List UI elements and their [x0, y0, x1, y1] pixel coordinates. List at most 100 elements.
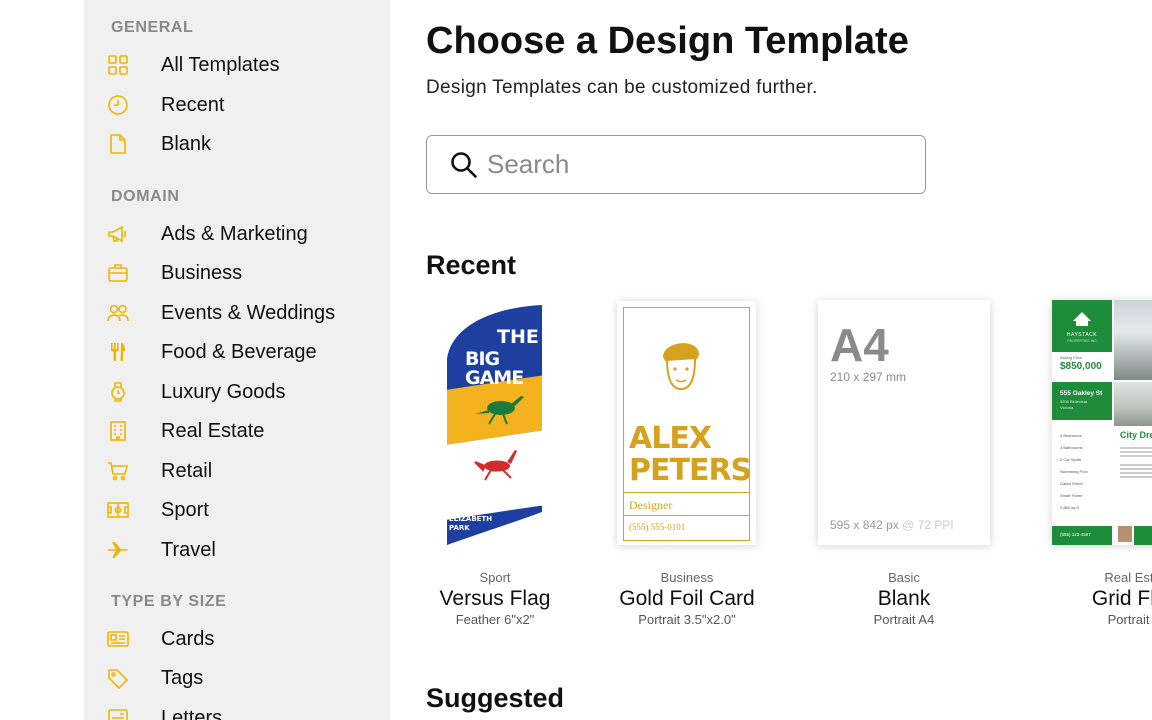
template-card-versus-flag[interactable]: THE BIG GAME 24 MAY SATURDAY ELIZABETH P… [445, 300, 552, 545]
sidebar-item-letters[interactable]: Letters [106, 703, 222, 720]
flag-line1: THE [497, 326, 539, 348]
template-category: Business [660, 570, 714, 585]
template-category: Real Estate [1104, 570, 1152, 585]
sidebar-item-travel[interactable]: Travel [106, 535, 216, 565]
sidebar-item-cards[interactable]: Cards [106, 624, 214, 654]
a4-mm: 210 x 297 mm [830, 370, 907, 384]
megaphone-icon [106, 222, 136, 246]
search-box[interactable] [426, 135, 926, 194]
sidebar-item-label: Food & Beverage [161, 340, 317, 363]
letter-icon [106, 706, 136, 720]
flyer-address-2: 3205 Bellevista [1060, 399, 1088, 404]
flyer-price-label: Asking Price [1060, 355, 1083, 360]
people-icon [106, 301, 136, 325]
sidebar-item-label: Events & Weddings [161, 301, 336, 324]
house-logo-icon [1073, 312, 1091, 326]
sidebar-item-luxury-goods[interactable]: Luxury Goods [106, 377, 286, 407]
sidebar-item-label: Ads & Marketing [161, 222, 308, 245]
flag-team2: PARK [449, 524, 470, 532]
sidebar-item-label: Real Estate [161, 419, 265, 442]
flyer-price: $850,000 [1060, 361, 1102, 372]
page-subtitle: Design Templates can be customized furth… [426, 77, 818, 98]
sidebar: GENERAL All Templates Recent Blank DOMAI… [84, 0, 390, 720]
flyer-photo-2 [1114, 382, 1152, 426]
sidebar-item-label: All Templates [161, 53, 280, 76]
flag-line2: BIG GAME [465, 348, 524, 389]
flyer-feature: 4 Bedrooms [1060, 433, 1082, 438]
sidebar-item-label: Cards [161, 627, 215, 650]
grid-icon [106, 53, 136, 77]
flyer-phone: (555) 123-4567 [1060, 532, 1091, 537]
template-name: Gold Foil Card [619, 587, 755, 610]
sidebar-item-label: Retail [161, 459, 213, 482]
template-category: Basic [888, 570, 920, 585]
sidebar-item-real-estate[interactable]: Real Estate [106, 416, 264, 446]
a4-label: A4 [830, 319, 889, 371]
template-card-grid-flyer[interactable]: HAYSTACK PROPERTIES INC Asking Price $85… [1052, 300, 1152, 545]
plane-icon [106, 538, 136, 562]
flyer-feature: 2,860 sq ft [1060, 505, 1079, 510]
sidebar-item-all-templates[interactable]: All Templates [106, 50, 280, 80]
building-icon [106, 419, 136, 443]
card-role: Designer [629, 498, 673, 512]
flyer-feature: 2 Car Spots [1060, 457, 1082, 462]
fork-knife-icon [106, 340, 136, 364]
flyer-feature: Gated Street [1060, 481, 1083, 486]
blank-page-icon [106, 132, 136, 156]
flyer-left-panel: HAYSTACK PROPERTIES INC Asking Price $85… [1052, 300, 1112, 545]
template-category: Sport [479, 570, 511, 585]
card-icon [106, 627, 136, 651]
flyer-photo-1 [1114, 300, 1152, 380]
section-heading-type-by-size: TYPE BY SIZE [111, 593, 227, 610]
sidebar-item-label: Tags [161, 666, 204, 689]
flag-date2: SATURDAY [505, 499, 553, 508]
sidebar-item-label: Letters [161, 706, 223, 720]
sidebar-item-retail[interactable]: Retail [106, 456, 212, 486]
template-size: Portrait A4 [1107, 612, 1152, 627]
cart-icon [106, 459, 136, 483]
sidebar-item-blank[interactable]: Blank [106, 129, 211, 159]
sidebar-item-label: Blank [161, 132, 212, 155]
flyer-brand: HAYSTACK [1066, 332, 1098, 338]
divider [623, 492, 750, 493]
card-first-name: ALEX [629, 421, 712, 456]
template-card-gold-foil-card[interactable]: ALEX PETERS Designer (555) 555-0101 [617, 301, 756, 545]
flyer-feature: 3 Bathrooms [1060, 445, 1083, 450]
suggested-heading: Suggested [426, 683, 565, 713]
sidebar-item-business[interactable]: Business [106, 258, 242, 288]
template-meta-blank: Basic Blank Portrait A4 [804, 570, 1004, 627]
card-phone: (555) 555-0101 [629, 522, 686, 532]
sidebar-item-sport[interactable]: Sport [106, 495, 209, 525]
template-size: Feather 6"x2" [455, 612, 535, 627]
template-meta-gold-foil-card: Business Gold Foil Card Portrait 3.5"x2.… [587, 570, 787, 627]
sidebar-item-food-beverage[interactable]: Food & Beverage [106, 337, 317, 367]
card-last-name: PETERS [629, 453, 752, 488]
template-meta-grid-flyer: Real Estate Grid Flyer Portrait A4 [1038, 570, 1152, 627]
template-card-blank[interactable]: A4 210 x 297 mm 595 x 842 px @ 72 PPI [818, 300, 990, 545]
agent-photo [1118, 526, 1132, 542]
flyer-brand-sub: PROPERTIES INC [1067, 339, 1097, 343]
sidebar-item-label: Recent [161, 93, 225, 116]
template-size: Portrait A4 [873, 612, 935, 627]
flyer-feature: Swimming Pool [1060, 469, 1088, 474]
sidebar-item-label: Sport [161, 498, 209, 521]
sidebar-item-label: Luxury Goods [161, 380, 286, 403]
flyer-address-3: Victoria [1060, 405, 1074, 410]
section-heading-domain: DOMAIN [111, 188, 180, 205]
sidebar-item-events-weddings[interactable]: Events & Weddings [106, 298, 335, 328]
briefcase-icon [106, 261, 136, 285]
sidebar-item-ads-marketing[interactable]: Ads & Marketing [106, 219, 308, 249]
sidebar-item-label: Business [161, 261, 243, 284]
main-content: Choose a Design Template Design Template… [390, 0, 1152, 720]
search-input[interactable] [485, 148, 909, 181]
section-heading-general: GENERAL [111, 19, 194, 36]
search-icon [451, 151, 477, 178]
flyer-heading: City Dre [1120, 430, 1152, 440]
left-gutter [0, 0, 84, 720]
flyer-body-lines [1120, 445, 1152, 480]
sidebar-item-recent[interactable]: Recent [106, 90, 224, 120]
recent-heading: Recent [426, 250, 517, 280]
flag-team1: ELIZABETH [449, 515, 493, 523]
face-icon [663, 343, 699, 391]
sidebar-item-tags[interactable]: Tags [106, 663, 203, 693]
